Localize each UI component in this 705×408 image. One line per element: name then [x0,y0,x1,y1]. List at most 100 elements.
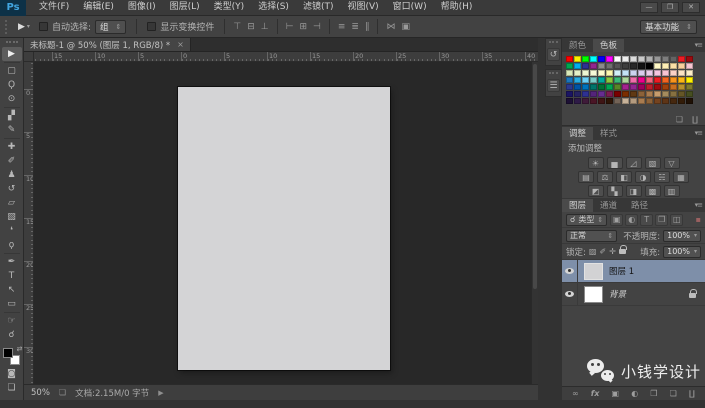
swatch[interactable] [590,70,597,76]
swatch[interactable] [566,56,573,62]
tab-adjustments[interactable]: 调整 [562,127,594,140]
distribute-vertical-centers-icon[interactable]: ≣ [348,17,362,37]
pen-tool[interactable]: ✒ [2,255,22,269]
black-white-icon[interactable]: ◧ [616,171,632,183]
tab-styles[interactable]: 样式 [593,127,624,140]
swatch[interactable] [614,91,621,97]
swatch[interactable] [606,91,613,97]
swatch[interactable] [574,56,581,62]
quick-selection-tool[interactable]: ⊙ [2,92,22,106]
lock-transparent-pixels-icon[interactable]: ▨ [589,247,597,256]
panel-menu-icon[interactable]: ▾≡ [695,129,703,137]
align-top-edges-icon[interactable]: ⊤ [230,17,244,37]
swatch[interactable] [622,98,629,104]
panel-drag-handle[interactable] [549,72,558,74]
swatch[interactable] [662,77,669,83]
properties-panel-icon[interactable]: ☰ [547,79,560,92]
swatch[interactable] [574,84,581,90]
swatch[interactable] [606,56,613,62]
swatch[interactable] [614,77,621,83]
swatch[interactable] [614,98,621,104]
swatch[interactable] [630,84,637,90]
swatch[interactable] [622,91,629,97]
swatch[interactable] [566,84,573,90]
swatch[interactable] [590,77,597,83]
swatch[interactable] [670,91,677,97]
swatch[interactable] [606,63,613,69]
quick-mask-button[interactable]: ◙ [2,367,22,381]
close-button[interactable]: ✕ [682,2,700,13]
tab-color[interactable]: 颜色 [562,39,593,52]
menu-view[interactable]: 视图(V) [340,0,385,15]
swatch[interactable] [662,63,669,69]
swatch[interactable] [622,56,629,62]
align-bottom-edges-icon[interactable]: ⊥ [258,17,272,37]
swatch[interactable] [662,91,669,97]
menu-type[interactable]: 类型(Y) [207,0,252,15]
swatch[interactable] [638,84,645,90]
swatch[interactable] [606,98,613,104]
tab-channels[interactable]: 通道 [593,199,624,212]
foreground-color-well[interactable] [2,348,13,358]
minimize-button[interactable]: — [640,2,658,13]
vertical-ruler[interactable]: 0 5 10 15 20 25 30 [24,62,34,384]
swatch[interactable] [598,56,605,62]
filter-smart-objects-icon[interactable]: ◫ [670,213,684,226]
add-layer-mask-icon[interactable]: ▣ [612,389,620,398]
layer-name[interactable]: 背景 [609,288,626,300]
swatch[interactable] [646,56,653,62]
spot-healing-brush-tool[interactable]: ✚ [2,140,22,154]
swatch[interactable] [582,84,589,90]
swatch[interactable] [622,84,629,90]
swatch[interactable] [590,91,597,97]
swatch[interactable] [638,63,645,69]
swatch[interactable] [574,91,581,97]
color-balance-icon[interactable]: ⚖ [597,171,613,183]
options-drag-handle[interactable] [5,19,9,34]
delete-swatch-icon[interactable]: ∐ [692,115,698,124]
swatch[interactable] [574,63,581,69]
swatch[interactable] [598,84,605,90]
brightness-contrast-icon[interactable]: ☀ [587,157,604,169]
swatch[interactable] [646,63,653,69]
move-tool[interactable]: ▶ [1,47,22,61]
filter-adjustment-layers-icon[interactable]: ◐ [625,213,639,226]
layer-style-fx-icon[interactable]: fx [591,389,600,398]
document-canvas[interactable] [178,87,390,370]
distribute-bottom-edges-icon[interactable]: ∥ [362,17,373,37]
curves-icon[interactable]: ◿ [625,157,642,169]
swatch[interactable] [654,56,661,62]
toolbar-drag-handle[interactable] [5,41,18,43]
tab-close-icon[interactable]: × [177,40,184,49]
brush-tool[interactable]: ✐ [2,154,22,168]
visibility-toggle[interactable] [562,260,578,282]
channel-mixer-icon[interactable]: ☵ [654,171,670,183]
new-layer-icon[interactable]: ❏ [670,389,677,398]
eyedropper-tool[interactable]: ✎ [2,123,22,137]
hand-tool[interactable]: ☞ [2,314,22,328]
crop-tool[interactable]: ▞ [2,109,22,123]
swatch[interactable] [662,70,669,76]
menu-help[interactable]: 帮助(H) [434,0,480,15]
vertical-scrollbar[interactable] [531,62,538,384]
auto-align-layers-icon[interactable]: ▣ [398,17,413,37]
align-left-edges-icon[interactable]: ⊢ [283,17,297,37]
swatch[interactable] [630,77,637,83]
document-tab[interactable]: 未标题-1 @ 50% (图层 1, RGB/8) * × [24,38,191,51]
eraser-tool[interactable]: ▱ [2,196,22,210]
swatch[interactable] [678,63,685,69]
status-options-arrow-icon[interactable]: ▶ [158,389,163,397]
panel-drag-handle[interactable] [549,41,558,43]
vibrance-icon[interactable]: ▽ [663,157,680,169]
gradient-tool[interactable]: ▧ [2,210,22,224]
zoom-level[interactable]: 50% [31,388,50,398]
swatch[interactable] [614,84,621,90]
swatch[interactable] [662,56,669,62]
swatch[interactable] [590,84,597,90]
swatch[interactable] [590,63,597,69]
swatch[interactable] [614,56,621,62]
threshold-icon[interactable]: ◨ [625,185,642,197]
swatch[interactable] [678,98,685,104]
swatch[interactable] [670,77,677,83]
swatch[interactable] [598,91,605,97]
